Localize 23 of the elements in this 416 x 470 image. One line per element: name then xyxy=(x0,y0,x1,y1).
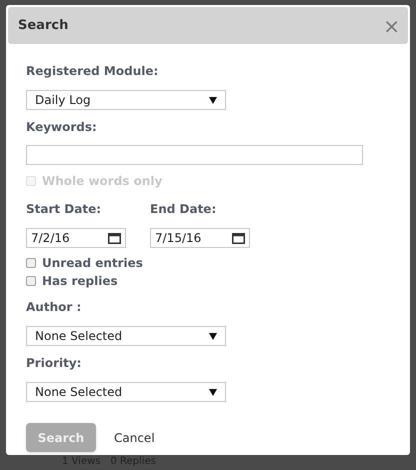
cancel-link[interactable]: Cancel xyxy=(114,428,155,446)
field-label: Priority: xyxy=(26,355,82,372)
dialog-title: Search xyxy=(18,16,68,35)
calendar-icon xyxy=(108,232,121,244)
date-field[interactable]: 7/2/16 xyxy=(26,228,126,248)
field-label: End Date: xyxy=(150,201,218,218)
caret-icon xyxy=(209,332,217,340)
field-label: Keywords: xyxy=(26,119,98,136)
dropdown[interactable]: None Selected xyxy=(26,326,226,346)
date-field[interactable]: 7/15/16 xyxy=(150,228,250,248)
field-label: Start Date: xyxy=(26,201,102,218)
dropdown[interactable]: Daily Log xyxy=(26,90,226,110)
checkbox-label: Has replies xyxy=(42,273,118,290)
checkbox[interactable] xyxy=(26,258,36,268)
dropdown[interactable]: None Selected xyxy=(26,382,226,402)
checkbox-label: Unread entries xyxy=(42,255,143,272)
keywords-field[interactable] xyxy=(26,145,363,165)
field-label: Registered Module: xyxy=(26,63,160,80)
checkbox[interactable] xyxy=(26,276,36,286)
field-label: Author : xyxy=(26,299,82,316)
caret-icon xyxy=(209,96,217,104)
caret-icon xyxy=(209,388,217,396)
calendar-icon xyxy=(232,232,245,244)
